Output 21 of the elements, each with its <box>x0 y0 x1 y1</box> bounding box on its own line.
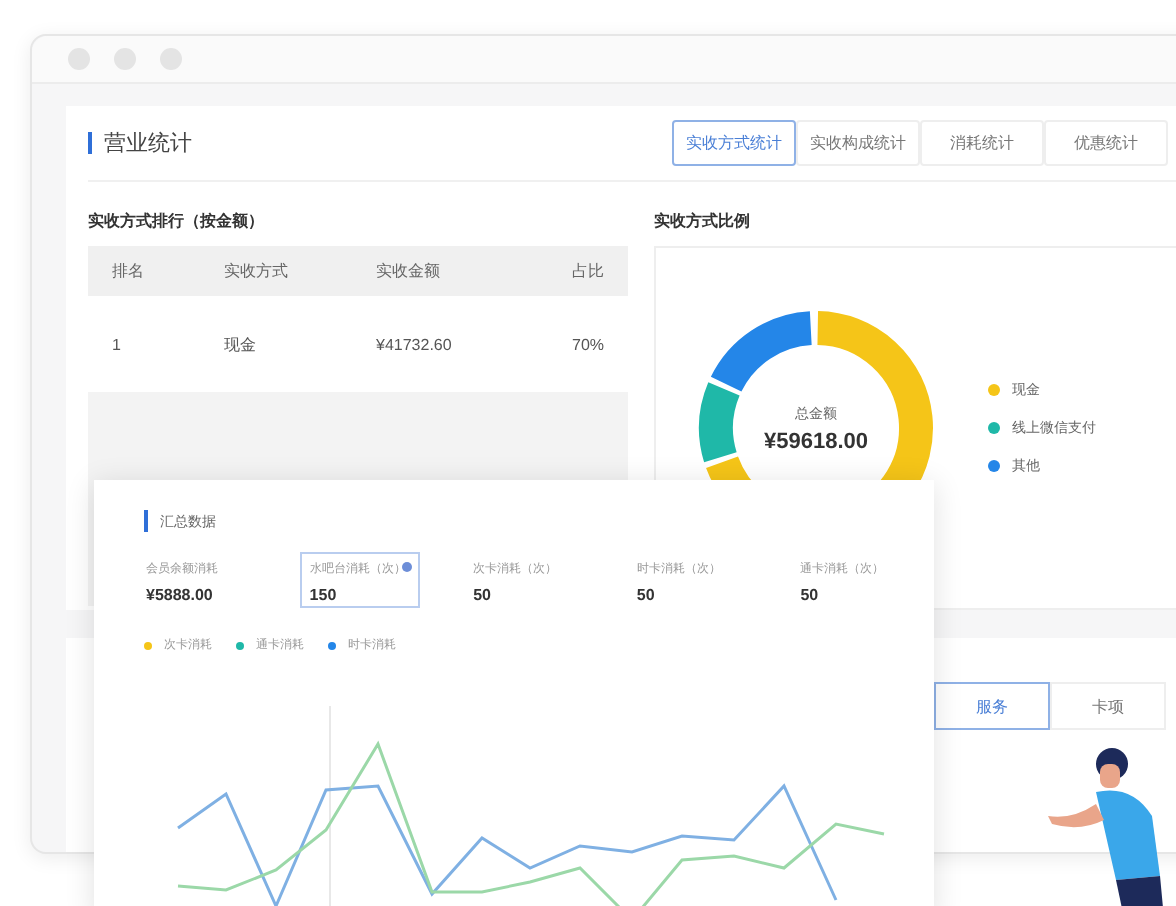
info-icon <box>401 562 412 572</box>
column-header: 实收方式 <box>224 260 290 282</box>
table-cell-text: 现金 <box>224 333 258 355</box>
category-tab[interactable]: 卡项 <box>1050 682 1166 730</box>
table-cell-text: ¥41732.60 <box>376 335 454 353</box>
panel-title: 营业统计 <box>104 129 192 158</box>
stats-tab[interactable]: 实收方式统计 <box>672 120 796 166</box>
title-marker <box>144 510 148 532</box>
section-title: 实收方式比例 <box>654 210 752 234</box>
stats-tab[interactable]: 消耗统计 <box>920 120 1044 166</box>
donut-value: ¥59618.00 <box>764 429 868 453</box>
column-header: 占比 <box>572 260 606 282</box>
column-header: 排名 <box>112 260 146 282</box>
section-title: 实收方式排行（按金额） <box>88 210 266 234</box>
title-marker <box>88 132 92 154</box>
table-cell-text: 1 <box>112 335 123 353</box>
stats-tab[interactable]: 实收构成统计 <box>796 120 920 166</box>
column-header: 实收金额 <box>376 260 442 282</box>
stats-tab[interactable]: 优惠统计 <box>1044 120 1168 166</box>
table-cell-text: 70% <box>572 335 607 353</box>
category-tab[interactable]: 服务 <box>934 682 1050 730</box>
